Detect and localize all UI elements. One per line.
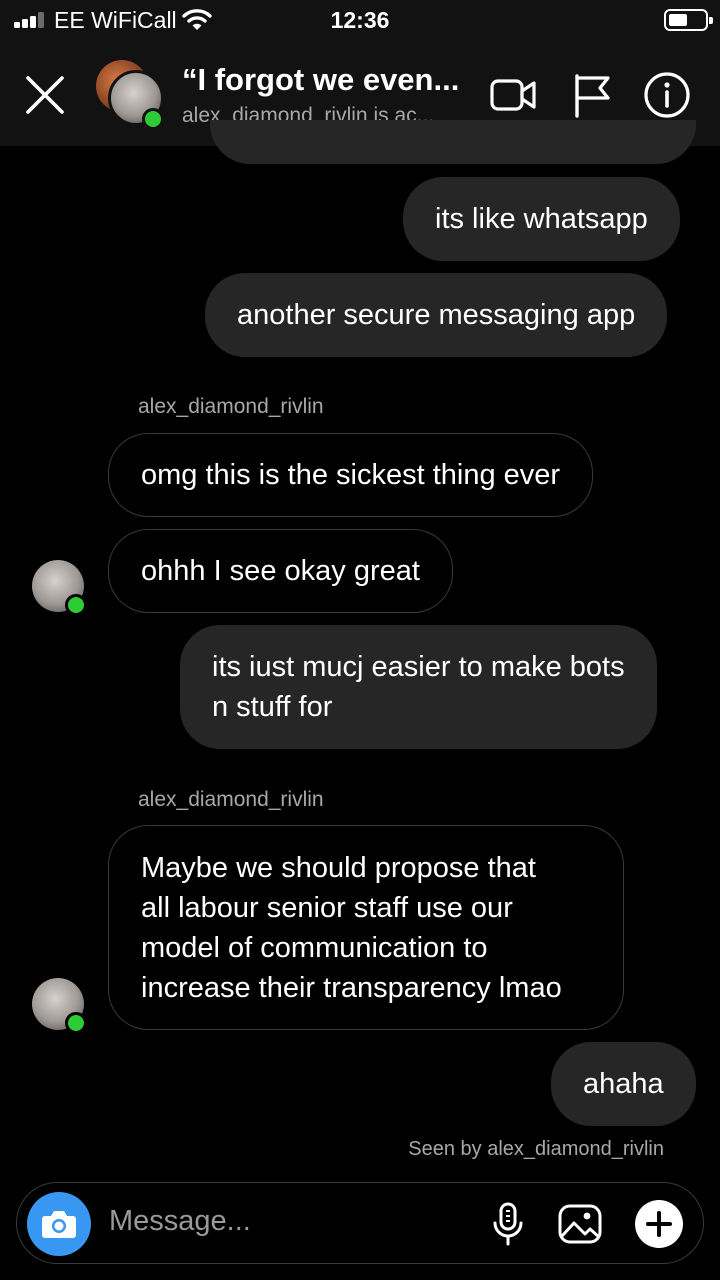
message-bubble-sent[interactable]: its iust mucj easier to make bots n stuf… bbox=[180, 625, 657, 749]
camera-button[interactable] bbox=[27, 1192, 91, 1256]
message-bubble-received[interactable]: ohhh I see okay great bbox=[108, 529, 453, 613]
sender-name: alex_diamond_rivlin bbox=[138, 788, 324, 811]
thread-title[interactable]: “I forgot we even... bbox=[182, 62, 459, 98]
message-bubble-sent[interactable]: its like whatsapp bbox=[403, 177, 680, 261]
plus-icon bbox=[646, 1211, 672, 1237]
status-time: 12:36 bbox=[330, 7, 390, 33]
online-indicator bbox=[142, 108, 164, 130]
dm-thread-screen: EE WiFiCall 12:36 “I forgot we even... a… bbox=[0, 0, 720, 1280]
message-bubble-sent[interactable]: ahaha bbox=[551, 1042, 696, 1126]
message-bubble-received[interactable]: omg this is the sickest thing ever bbox=[108, 433, 594, 517]
message-bubble-received[interactable]: Maybe we should propose that all labour … bbox=[108, 825, 624, 1030]
camera-icon bbox=[42, 1211, 76, 1238]
online-indicator bbox=[65, 594, 87, 616]
seen-receipt: Seen by alex_diamond_rivlin bbox=[408, 1138, 664, 1160]
video-call-icon[interactable] bbox=[488, 70, 538, 120]
close-icon[interactable] bbox=[22, 72, 68, 118]
message-input[interactable]: Message... bbox=[109, 1205, 251, 1238]
thread-avatar[interactable] bbox=[96, 60, 168, 132]
sender-name: alex_diamond_rivlin bbox=[138, 395, 324, 418]
add-button[interactable] bbox=[635, 1200, 683, 1248]
flag-icon[interactable] bbox=[568, 70, 618, 120]
microphone-icon[interactable] bbox=[485, 1201, 531, 1247]
info-icon[interactable] bbox=[642, 70, 692, 120]
status-bar: EE WiFiCall 12:36 bbox=[0, 0, 720, 40]
online-indicator bbox=[65, 1012, 87, 1034]
message-bubble-previous[interactable] bbox=[210, 120, 696, 164]
message-bubble-sent[interactable]: another secure messaging app bbox=[205, 273, 668, 357]
battery-icon bbox=[664, 9, 713, 31]
gallery-icon[interactable] bbox=[557, 1201, 603, 1247]
message-composer: Message... bbox=[16, 1182, 704, 1264]
